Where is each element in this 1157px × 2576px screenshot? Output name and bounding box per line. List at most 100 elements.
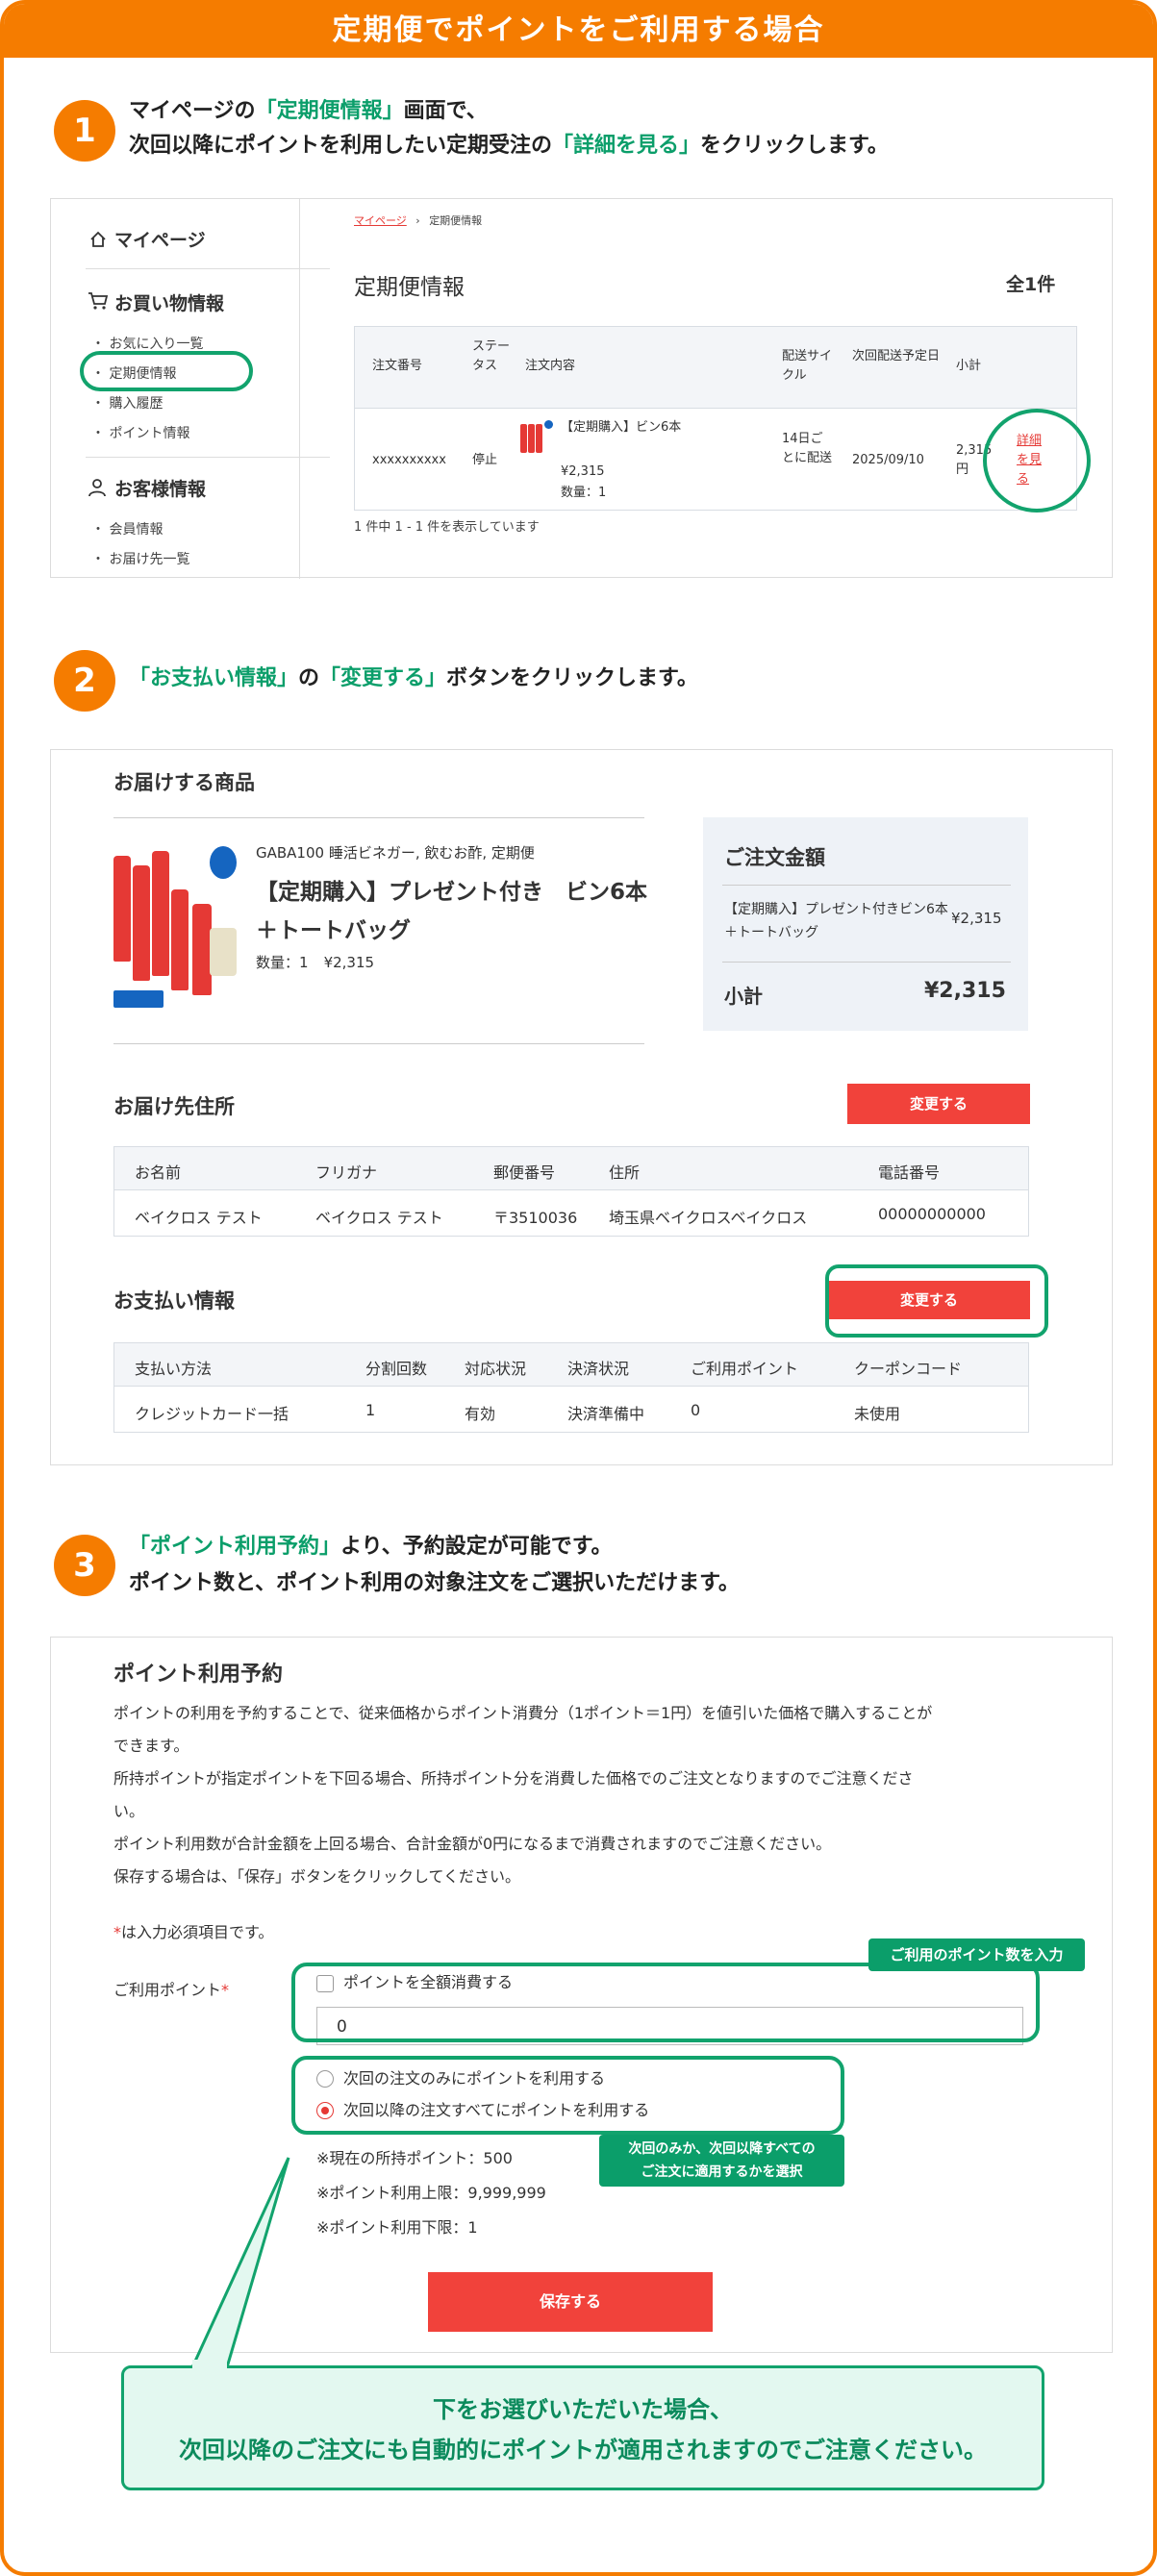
summary-title: ご注文金額	[724, 846, 825, 869]
order-product-qty: 数量：1	[561, 486, 607, 500]
order-cycle: 14日ごとに配送	[782, 432, 833, 465]
desc-line-5: ポイント利用数が合計金額を上回る場合、合計金額が0円になるまで消費されますのでご…	[113, 1835, 832, 1853]
step-3-instruction-line2: ポイント数と、ポイント利用の対象注文をご選択いただけます。	[129, 1571, 740, 1595]
desc-line-6: 保存する場合は、「保存」ボタンをクリックしてください。	[113, 1867, 521, 1886]
order-product-name: 【定期購入】ビン6本	[561, 420, 682, 435]
address-zip: 〒3510036	[493, 1209, 578, 1227]
address-change-button[interactable]: 変更する	[847, 1084, 1030, 1124]
highlight-detail-link	[983, 409, 1091, 513]
order-detail-panel: お届けする商品 GABA100 睡活ビネガー, 飲むお酢, 定期便 【定期購入】…	[50, 749, 1113, 1465]
sidebar-divider	[86, 268, 330, 269]
sidebar-item-history[interactable]: ・ 購入履歴	[91, 393, 163, 413]
address-th-name: お名前	[135, 1163, 182, 1182]
point-reservation-title: ポイント利用予約	[113, 1663, 284, 1687]
sidebar-divider	[86, 457, 330, 458]
desc-line-4: い。	[113, 1802, 145, 1820]
products-divider	[113, 817, 644, 818]
guide-frame: 定期便でポイントをご利用する場合 1 マイページの「定期便情報」画面で、 次回以…	[0, 0, 1157, 2576]
sidebar-mypage[interactable]: マイページ	[114, 226, 206, 252]
banner-title: 定期便でポイントをご利用する場合	[4, 4, 1153, 58]
desc-line-3: 所持ポイントが指定ポイントを下回る場合、所持ポイント分を消費した価格でのご注文と…	[113, 1769, 914, 1788]
product-image	[113, 837, 237, 1010]
cart-icon	[88, 292, 109, 310]
step-1-instruction-line2: 次回以降にポイントを利用したい定期受注の「詳細を見る」をクリックします。	[129, 134, 889, 158]
step-3-badge: 3	[54, 1535, 115, 1596]
summary-subtotal-label: 小計	[724, 985, 763, 1008]
th-content: 注文内容	[525, 359, 576, 373]
th-cycle: 配送サイクル	[782, 349, 833, 383]
address-th-address: 住所	[609, 1163, 641, 1182]
payment-th-points: ご利用ポイント	[691, 1360, 799, 1378]
summary-item-price: ¥2,315	[951, 910, 1002, 927]
result-count: 全1件	[1006, 274, 1056, 295]
highlight-points-input	[291, 1963, 1040, 2042]
sidebar-shopping: お買い物情報	[114, 293, 225, 314]
products-divider	[113, 1043, 644, 1044]
payment-coupon: 未使用	[854, 1405, 901, 1423]
payment-th-coupon: クーポンコード	[854, 1360, 963, 1378]
payment-th-method: 支払い方法	[135, 1360, 213, 1378]
breadcrumb: マイページ › 定期便情報	[354, 214, 483, 227]
address-phone: 00000000000	[878, 1205, 986, 1223]
payment-installments: 1	[365, 1401, 376, 1419]
desc-line-1: ポイントの利用を予約することで、従来価格からポイント消費分（1ポイント＝1円）を…	[113, 1704, 933, 1722]
th-status: ステータス	[472, 339, 511, 373]
products-title: お届けする商品	[113, 771, 255, 794]
breadcrumb-current: 定期便情報	[429, 214, 483, 227]
sidebar-customer: お客様情報	[114, 479, 207, 500]
payment-status: 有効	[465, 1405, 496, 1423]
order-summary-box: ご注文金額 【定期購入】プレゼント付きビン6本＋トートバッグ ¥2,315 小計…	[703, 817, 1028, 1031]
address-title: お届け先住所	[113, 1095, 235, 1118]
notice-pointer	[189, 2157, 290, 2369]
address-street: 埼玉県ベイクロスベイクロス	[609, 1209, 808, 1227]
notice-pointer-join	[192, 2360, 227, 2369]
breadcrumb-mypage-link[interactable]: マイページ	[354, 214, 407, 227]
payment-th-status: 対応状況	[465, 1360, 527, 1378]
address-name: ベイクロス テスト	[135, 1209, 263, 1227]
desc-line-2: できます。	[113, 1737, 189, 1755]
mypage-panel: マイページ お買い物情報 ・ お気に入り一覧 ・ 定期便情報 ・ 購入履歴 ・ …	[50, 198, 1113, 579]
page-title: 定期便情報	[354, 275, 465, 300]
th-subtotal: 小計	[956, 359, 982, 373]
payment-settlement: 決済準備中	[567, 1405, 645, 1423]
payment-method: クレジットカード一括	[135, 1405, 289, 1423]
step-2-badge: 2	[54, 650, 115, 712]
payment-th-settlement: 決済状況	[567, 1360, 630, 1378]
order-number: xxxxxxxxxx	[372, 453, 446, 467]
step-2-instruction: 「お支払い情報」の「変更する」ボタンをクリックします。	[129, 666, 698, 690]
user-icon	[88, 479, 106, 497]
sidebar-item-member-info[interactable]: ・ 会員情報	[91, 519, 163, 538]
address-th-zip: 郵便番号	[493, 1163, 556, 1182]
step-1-badge: 1	[54, 100, 115, 162]
highlight-subscription	[80, 351, 253, 391]
required-note: *は入力必須項目です。	[113, 1923, 274, 1941]
step-3-instruction-line1: 「ポイント利用予約」より、予約設定が可能です。	[129, 1535, 613, 1559]
sidebar-item-addresses[interactable]: ・ お届け先一覧	[91, 549, 189, 568]
callout-points-input: ご利用のポイント数を入力	[868, 1938, 1085, 1971]
address-kana: ベイクロス テスト	[315, 1209, 443, 1227]
order-next-date: 2025/09/10	[852, 453, 924, 467]
sidebar-item-favorites[interactable]: ・ お気に入り一覧	[91, 334, 203, 353]
summary-subtotal: ¥2,315	[924, 979, 1006, 1003]
home-icon	[90, 231, 106, 247]
order-product-price: ¥2,315	[561, 464, 605, 479]
product-thumbnail	[520, 418, 553, 457]
points-label: ご利用ポイント*	[113, 1981, 230, 1999]
sidebar-item-points[interactable]: ・ ポイント情報	[91, 423, 189, 442]
address-th-kana: フリガナ	[315, 1163, 378, 1182]
address-th-phone: 電話番号	[878, 1163, 941, 1182]
order-status: 停止	[472, 453, 498, 467]
product-category: GABA100 睡活ビネガー, 飲むお酢, 定期便	[256, 844, 535, 862]
payment-points: 0	[691, 1401, 701, 1419]
auto-apply-notice: 下をお選びいただいた場合、 次回以降のご注文にも自動的にポイントが適用されますの…	[121, 2365, 1044, 2490]
summary-item: 【定期購入】プレゼント付きビン6本＋トートバッグ	[724, 902, 948, 940]
sidebar-separator	[299, 199, 300, 579]
payment-th-installments: 分割回数	[365, 1360, 428, 1378]
pager-info: 1 件中 1 - 1 件を表示しています	[354, 520, 540, 535]
step-1-instruction-line1: マイページの「定期便情報」画面で、	[129, 99, 488, 123]
product-name: 【定期購入】プレゼント付き ビン6本＋トートバッグ	[256, 880, 648, 943]
highlight-payment-change	[825, 1264, 1048, 1338]
th-order-no: 注文番号	[372, 359, 423, 373]
th-next-date: 次回配送予定日	[852, 349, 941, 363]
payment-title: お支払い情報	[113, 1289, 235, 1313]
